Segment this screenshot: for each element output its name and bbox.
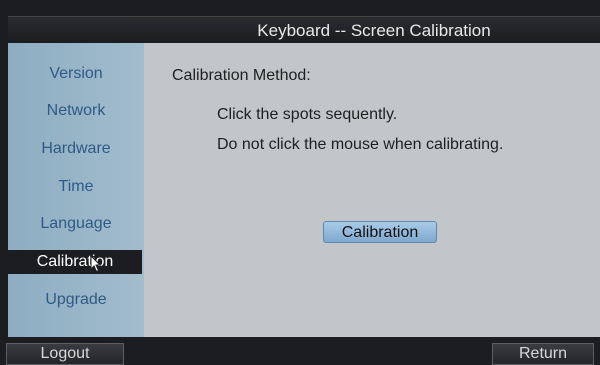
- sidebar-item-network[interactable]: Network: [8, 99, 144, 123]
- sidebar-item-calibration[interactable]: Calibration: [8, 250, 142, 274]
- sidebar-item-version[interactable]: Version: [8, 62, 144, 86]
- sidebar-item-language[interactable]: Language: [8, 212, 144, 236]
- window-titlebar: Keyboard -- Screen Calibration: [8, 16, 600, 44]
- calibration-window: Keyboard -- Screen Calibration Version N…: [0, 0, 600, 365]
- main-panel: Calibration Method: Click the spots sequ…: [144, 43, 600, 337]
- return-button[interactable]: Return: [492, 343, 594, 365]
- logout-button[interactable]: Logout: [6, 343, 124, 365]
- window-title: Keyboard -- Screen Calibration: [257, 21, 491, 40]
- sidebar-item-time[interactable]: Time: [8, 175, 144, 199]
- instruction-text-2: Do not click the mouse when calibrating.: [217, 136, 504, 153]
- mouse-pointer-icon: [90, 255, 102, 273]
- calibration-button[interactable]: Calibration: [323, 221, 437, 243]
- calibration-method-label: Calibration Method:: [172, 67, 311, 84]
- footer-bar: Logout Return: [0, 341, 600, 365]
- sidebar-item-hardware[interactable]: Hardware: [8, 137, 144, 161]
- instruction-text-1: Click the spots sequently.: [217, 106, 398, 123]
- sidebar-item-upgrade[interactable]: Upgrade: [8, 288, 144, 312]
- sidebar: Version Network Hardware Time Language C…: [8, 43, 144, 337]
